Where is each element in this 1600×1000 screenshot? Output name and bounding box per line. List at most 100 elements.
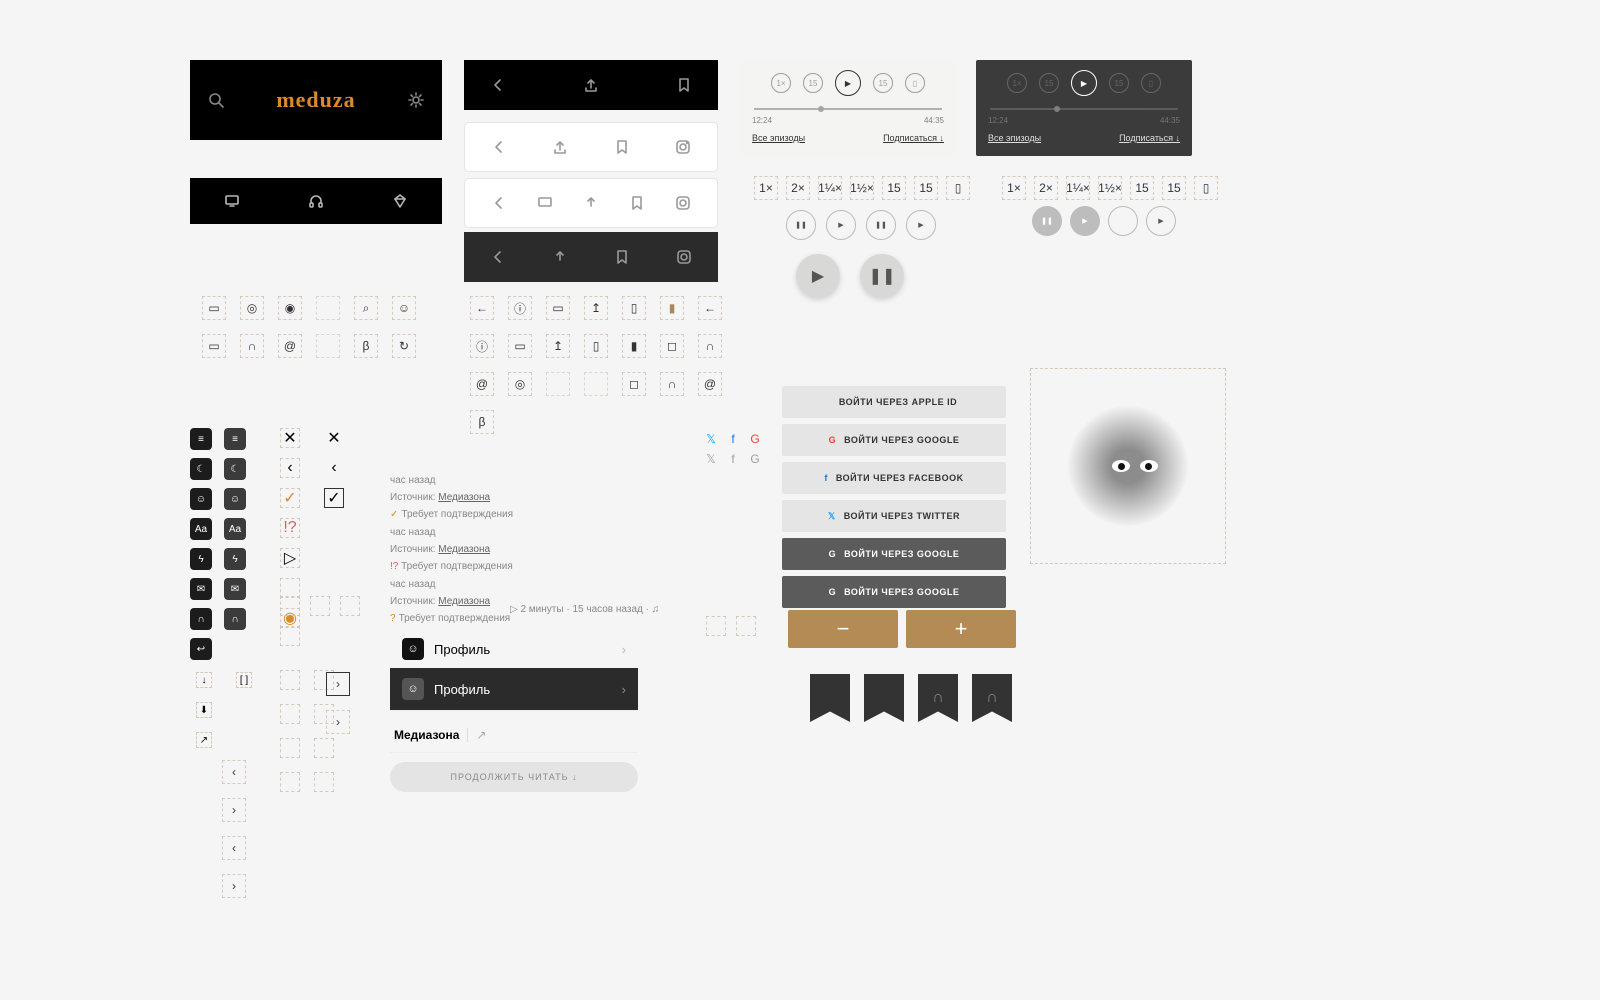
back-icon[interactable] [489, 137, 509, 157]
search-icon[interactable] [206, 90, 226, 110]
empty-circle-icon[interactable] [1108, 206, 1138, 236]
speed-2x[interactable]: 2× [786, 176, 810, 200]
twitter-icon[interactable]: 𝕏 [704, 432, 718, 446]
back-icon[interactable]: ↩ [190, 638, 212, 660]
speed-1.25x[interactable]: 1¼× [1066, 176, 1090, 200]
share-icon[interactable] [550, 137, 570, 157]
decrease-button[interactable]: − [788, 610, 898, 648]
bookmark-icon[interactable] [612, 137, 632, 157]
progress-bar[interactable] [754, 108, 942, 110]
google-icon[interactable]: G [748, 452, 762, 466]
skip-fwd-icon[interactable]: 15 [1109, 73, 1129, 93]
subscribe-link[interactable]: Подписаться ↓ [1119, 133, 1180, 143]
play-icon[interactable]: ▶ [1071, 70, 1097, 96]
headphones-icon[interactable]: ∩ [224, 608, 246, 630]
profile-row-light[interactable]: ☺Профиль› [390, 628, 638, 671]
chevron-right-icon[interactable]: › [222, 798, 246, 822]
instagram-icon[interactable] [674, 247, 694, 267]
progress-bar[interactable] [990, 108, 1178, 110]
speed-1x[interactable]: 1× [1002, 176, 1026, 200]
play-icon[interactable]: ▶ [1070, 206, 1100, 236]
skip-back-icon[interactable]: 15 [1130, 176, 1154, 200]
instagram-icon[interactable] [673, 193, 693, 213]
play-icon[interactable]: ▶ [826, 210, 856, 240]
bolt-icon[interactable]: ϟ [224, 548, 246, 570]
external-icon[interactable]: ↗ [196, 732, 212, 748]
chevron-right-icon[interactable]: › [222, 874, 246, 898]
speed-1x[interactable]: 1× [754, 176, 778, 200]
bookmark-icon[interactable]: ▯ [905, 73, 925, 93]
facebook-icon[interactable]: f [726, 432, 740, 446]
skip-fwd-icon[interactable]: 15 [873, 73, 893, 93]
speed-1.5x[interactable]: 1½× [850, 176, 874, 200]
fullscreen-icon[interactable] [736, 616, 756, 636]
subscribe-link[interactable]: Подписаться ↓ [883, 133, 944, 143]
download-icon[interactable]: ↓ [196, 672, 212, 688]
bookmark-icon[interactable]: ▯ [946, 176, 970, 200]
login-facebook-button[interactable]: fВОЙТИ ЧЕРЕЗ FACEBOOK [782, 462, 1006, 494]
share-icon[interactable] [550, 247, 570, 267]
play-icon[interactable]: ▶ [835, 70, 861, 96]
bookmark-icon[interactable] [627, 193, 647, 213]
play-icon[interactable]: ▶ [796, 254, 840, 298]
chevron-right-icon[interactable]: › [326, 710, 350, 734]
all-episodes-link[interactable]: Все эпизоды [988, 133, 1041, 143]
back-icon[interactable] [489, 193, 509, 213]
bookmark-icon[interactable]: ▯ [1194, 176, 1218, 200]
login-google-dark-button[interactable]: GВОЙТИ ЧЕРЕЗ GOOGLE [782, 538, 1006, 570]
play-icon[interactable]: ▶ [1146, 206, 1176, 236]
back-icon[interactable] [488, 75, 508, 95]
close-icon[interactable]: ✕ [324, 428, 344, 448]
login-twitter-button[interactable]: 𝕏ВОЙТИ ЧЕРЕЗ TWITTER [782, 500, 1006, 532]
chevron-left-icon[interactable]: ‹ [280, 458, 300, 478]
pause-icon[interactable]: ❚❚ [866, 210, 896, 240]
increase-button[interactable]: + [906, 610, 1016, 648]
chevron-right-icon[interactable]: › [326, 672, 350, 696]
profile-row-dark[interactable]: ☺Профиль› [390, 668, 638, 711]
back-icon[interactable] [488, 247, 508, 267]
speed-button[interactable]: 1× [1007, 73, 1027, 93]
warn-icon[interactable]: !? [280, 518, 300, 538]
skip-back-icon[interactable]: 15 [1039, 73, 1059, 93]
source-row[interactable]: Медиазона↗ [390, 718, 638, 753]
bookmark-icon[interactable]: ▯ [1141, 73, 1161, 93]
chevron-left-icon[interactable]: ‹ [222, 836, 246, 860]
skip-fwd-icon[interactable]: 15 [914, 176, 938, 200]
user-icon[interactable]: ☺ [190, 488, 212, 510]
screen-icon[interactable] [535, 193, 555, 213]
aa-icon[interactable]: Aa [224, 518, 246, 540]
moon-icon[interactable]: ☾ [190, 458, 212, 480]
continue-reading-button[interactable]: ПРОДОЛЖИТЬ ЧИТАТЬ ↓ [390, 762, 638, 792]
pause-icon[interactable]: ❚❚ [786, 210, 816, 240]
headphones-ribbon[interactable]: ∩ [918, 674, 958, 722]
share-icon[interactable] [581, 75, 601, 95]
user-icon[interactable]: ☺ [224, 488, 246, 510]
chevron-left-icon[interactable]: ‹ [222, 760, 246, 784]
speed-button[interactable]: 1× [771, 73, 791, 93]
chevron-left-icon[interactable]: ‹ [324, 458, 344, 478]
share-icon[interactable] [581, 193, 601, 213]
bookmark-ribbon[interactable] [864, 674, 904, 722]
pause-icon[interactable]: ❚❚ [1032, 206, 1062, 236]
speed-2x[interactable]: 2× [1034, 176, 1058, 200]
play-icon[interactable]: ▷ [280, 548, 300, 568]
meta-source-link[interactable]: Медиазона [438, 596, 490, 607]
gear-icon[interactable] [406, 90, 426, 110]
login-google-dark-button[interactable]: GВОЙТИ ЧЕРЕЗ GOOGLE [782, 576, 1006, 608]
moon-icon[interactable]: ☾ [224, 458, 246, 480]
doc-icon[interactable]: ≡ [224, 428, 246, 450]
skip-fwd-icon[interactable]: 15 [1162, 176, 1186, 200]
bolt-icon[interactable]: ϟ [190, 548, 212, 570]
fullscreen-icon[interactable] [706, 616, 726, 636]
play-icon[interactable]: ▶ [906, 210, 936, 240]
pause-icon[interactable]: ❚❚ [860, 254, 904, 298]
download-fill-icon[interactable]: ⬇ [196, 702, 212, 718]
all-episodes-link[interactable]: Все эпизоды [752, 133, 805, 143]
diamond-icon[interactable] [390, 191, 410, 211]
meta-source-link[interactable]: Медиазона [438, 492, 490, 503]
headphones-icon[interactable]: ∩ [190, 608, 212, 630]
mail-icon[interactable]: ✉ [224, 578, 246, 600]
speed-1.25x[interactable]: 1¼× [818, 176, 842, 200]
skip-back-icon[interactable]: 15 [803, 73, 823, 93]
check-icon[interactable]: ✓ [324, 488, 344, 508]
